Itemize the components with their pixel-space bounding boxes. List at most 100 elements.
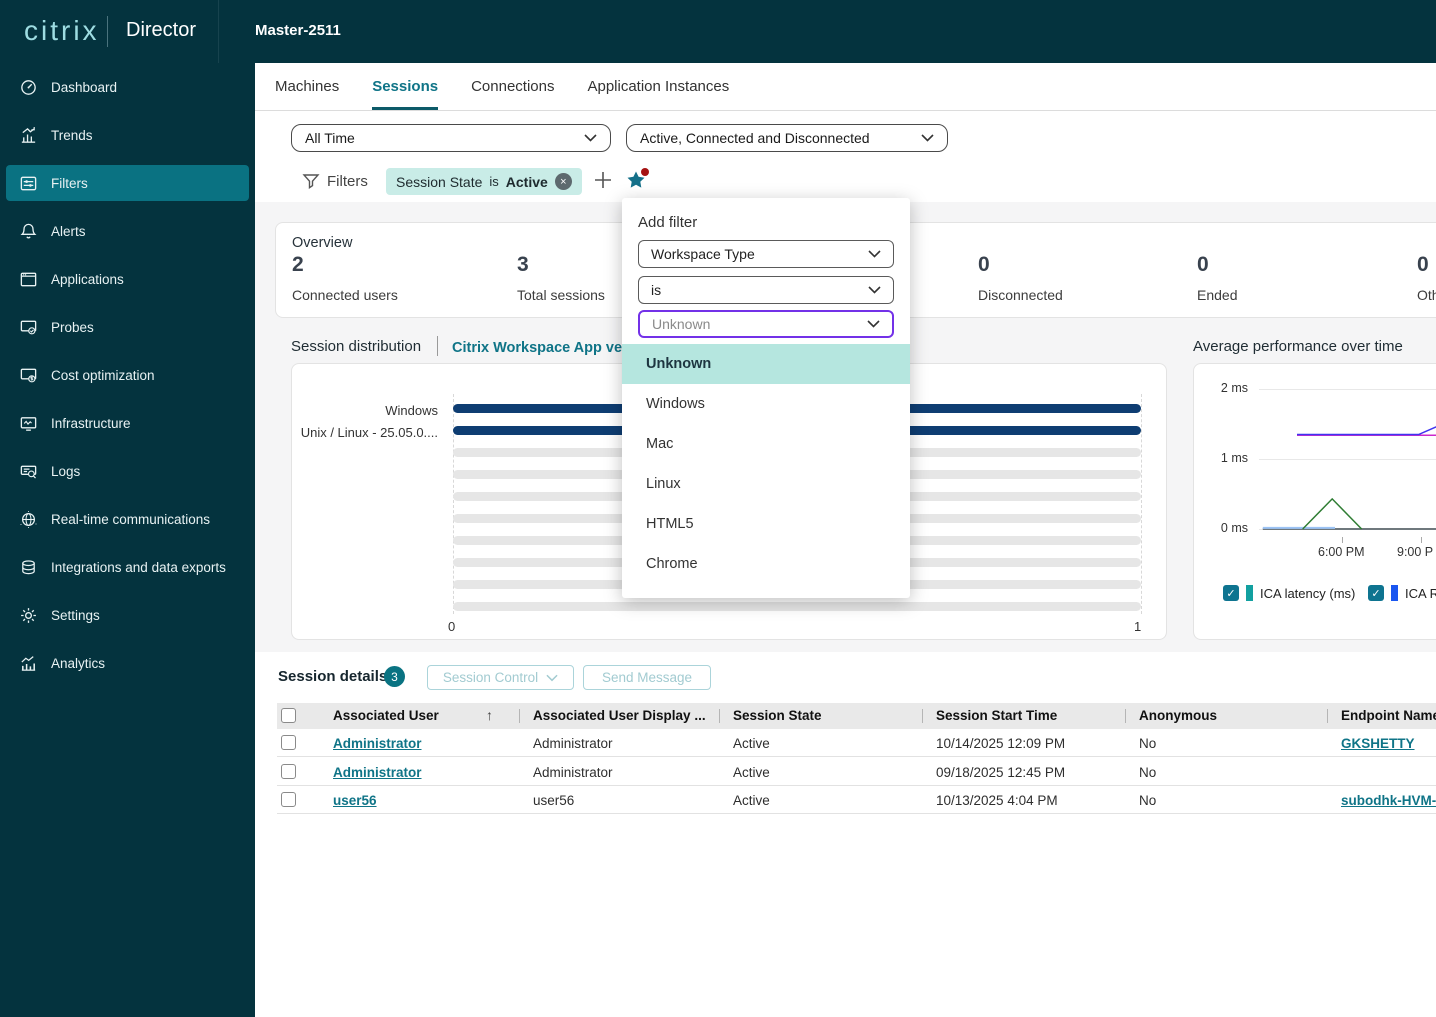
chip-field: Session State: [396, 173, 483, 190]
bar-placeholder: [453, 602, 1141, 611]
tab-machines[interactable]: Machines: [275, 63, 339, 110]
add-filter-popup: Add filter Workspace Type is Unknown Unk…: [622, 198, 910, 598]
cell-endpoint-link[interactable]: subodhk-HVM-d: [1341, 793, 1436, 808]
cell-start_time: 10/13/2025 4:04 PM: [936, 793, 1058, 808]
column-header-anonymous[interactable]: Anonymous: [1139, 708, 1217, 723]
filter-funnel-icon: [302, 174, 320, 190]
sidebar-item-label: Analytics: [51, 655, 106, 671]
session-control-button[interactable]: Session Control: [427, 665, 574, 690]
session-count-badge: 3: [384, 666, 405, 687]
probes-icon: [19, 318, 38, 337]
column-divider: [519, 709, 520, 723]
stat-value-ended: 0: [1197, 253, 1209, 276]
option-windows[interactable]: Windows: [622, 384, 910, 424]
sidebar-item-logs[interactable]: Logs: [0, 447, 255, 495]
sidebar-item-real-time-communications[interactable]: Real-time communications: [0, 495, 255, 543]
tab-bar-divider: [255, 110, 1436, 111]
filter-field-select[interactable]: Workspace Type: [638, 240, 894, 268]
option-chrome[interactable]: Chrome: [622, 544, 910, 584]
select-all-checkbox[interactable]: [281, 708, 296, 723]
x-tick-mark: [1342, 537, 1343, 543]
chevron-down-icon: [868, 250, 881, 258]
filter-operator-select[interactable]: is: [638, 276, 894, 304]
x-tick-1: 1: [1134, 619, 1142, 634]
cell-anonymous: No: [1139, 793, 1157, 808]
infrastructure-icon: [19, 414, 38, 433]
sidebar-item-integrations-and-data-exports[interactable]: Integrations and data exports: [0, 543, 255, 591]
option-linux[interactable]: Linux: [622, 464, 910, 504]
option-mac[interactable]: Mac: [622, 424, 910, 464]
column-header-associated-user-display[interactable]: Associated User Display ...: [533, 708, 706, 723]
cell-associated_user-link[interactable]: Administrator: [333, 765, 422, 780]
stat-value-oth: 0: [1417, 253, 1429, 276]
x-tick-0: 0: [448, 619, 456, 634]
sidebar-item-label: Applications: [51, 271, 124, 287]
option-unknown[interactable]: Unknown: [622, 344, 910, 384]
stat-label-total-sessions: Total sessions: [517, 287, 605, 303]
sidebar-item-dashboard[interactable]: Dashboard: [0, 63, 255, 111]
filter-value-select[interactable]: Unknown: [638, 310, 894, 338]
realtime-communications-icon: [19, 510, 38, 529]
option-html5[interactable]: HTML5: [622, 504, 910, 544]
cell-display_name: Administrator: [533, 764, 613, 780]
column-header-session-start-time[interactable]: Session Start Time: [936, 708, 1057, 723]
session-state-select[interactable]: Active, Connected and Disconnected: [626, 124, 948, 152]
sidebar-item-applications[interactable]: Applications: [0, 255, 255, 303]
x-tick-mark: [1421, 537, 1422, 543]
chevron-down-icon: [584, 134, 597, 142]
column-header-session-state[interactable]: Session State: [733, 708, 822, 723]
cell-start_time: 09/18/2025 12:45 PM: [936, 764, 1066, 780]
sidebar-item-filters[interactable]: Filters: [6, 165, 249, 201]
cost-optimization-icon: [19, 366, 38, 385]
row-checkbox[interactable]: [281, 763, 296, 779]
tab-application-instances[interactable]: Application Instances: [587, 63, 729, 110]
session-control-label: Session Control: [442, 670, 539, 685]
stat-value-connected-users: 2: [292, 253, 304, 276]
stat-value-disconnected: 0: [978, 253, 990, 276]
sidebar-item-analytics[interactable]: Analytics: [0, 639, 255, 687]
sidebar: Dashboard Trends Filters Alerts Applications…: [0, 63, 255, 1017]
average-performance-title: Average performance over time: [1193, 338, 1403, 355]
sidebar-item-alerts[interactable]: Alerts: [0, 207, 255, 255]
chip-operator: is: [489, 174, 499, 189]
sort-ascending-icon[interactable]: ↑: [486, 707, 493, 723]
column-header-associated-user[interactable]: Associated User: [333, 708, 439, 723]
stat-label-disconnected: Disconnected: [978, 287, 1063, 303]
product-name: Director: [126, 19, 197, 41]
chevron-down-icon: [868, 286, 881, 294]
legend-checkbox-ica-r[interactable]: ✓: [1368, 585, 1384, 601]
session-distribution-title: Session distribution: [291, 338, 422, 355]
sidebar-item-cost-optimization[interactable]: Cost optimization: [0, 351, 255, 399]
workspace-app-version-link[interactable]: Citrix Workspace App ver: [452, 340, 628, 356]
sidebar-item-infrastructure[interactable]: Infrastructure: [0, 399, 255, 447]
filter-chip-session-state[interactable]: Session State is Active ×: [386, 168, 582, 195]
y-tick-2-ms: 2 ms: [1220, 381, 1248, 395]
tab-connections[interactable]: Connections: [471, 63, 554, 110]
cell-anonymous: No: [1139, 736, 1157, 751]
sidebar-item-label: Cost optimization: [51, 367, 155, 383]
tab-sessions[interactable]: Sessions: [372, 63, 438, 110]
row-checkbox[interactable]: [281, 792, 296, 807]
chip-remove-icon[interactable]: ×: [554, 173, 572, 190]
bar-label-windows: Windows: [385, 403, 438, 418]
sidebar-item-label: Filters: [51, 175, 88, 191]
row-checkbox[interactable]: [281, 735, 296, 750]
sidebar-item-probes[interactable]: Probes: [0, 303, 255, 351]
settings-icon: [19, 606, 38, 625]
cell-endpoint-link[interactable]: GKSHETTY: [1341, 736, 1415, 751]
legend-checkbox-ica-latency-ms[interactable]: ✓: [1223, 585, 1239, 601]
add-filter-plus-icon[interactable]: [593, 170, 613, 190]
legend-swatch-ica-r: [1391, 585, 1398, 601]
cell-associated_user-link[interactable]: Administrator: [333, 736, 422, 751]
column-header-endpoint-name[interactable]: Endpoint Name: [1341, 708, 1436, 723]
applications-icon: [19, 270, 38, 289]
cell-anonymous: No: [1139, 764, 1157, 780]
sidebar-item-settings[interactable]: Settings: [0, 591, 255, 639]
stat-label-ended: Ended: [1197, 287, 1238, 303]
time-range-select[interactable]: All Time: [291, 124, 611, 152]
legend-swatch-ica-latency-ms: [1246, 585, 1253, 601]
citrix-logo: citrix: [24, 15, 100, 46]
sidebar-item-trends[interactable]: Trends: [0, 111, 255, 159]
cell-associated_user-link[interactable]: user56: [333, 793, 377, 808]
send-message-button[interactable]: Send Message: [583, 665, 711, 690]
